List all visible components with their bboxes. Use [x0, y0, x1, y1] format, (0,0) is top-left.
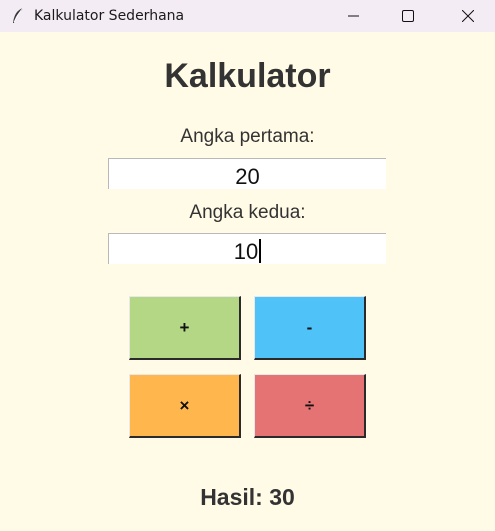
add-button[interactable]: + — [129, 296, 241, 360]
page-title: Kalkulator — [164, 57, 331, 95]
second-number-value: 10 — [233, 239, 259, 264]
subtract-button[interactable]: - — [254, 296, 366, 360]
maximize-button[interactable] — [385, 0, 431, 32]
feather-icon — [11, 7, 25, 25]
text-caret — [259, 239, 262, 263]
minimize-icon — [348, 15, 359, 17]
result-text: Hasil: 30 — [200, 484, 295, 510]
close-icon — [462, 10, 474, 22]
first-number-input[interactable]: 20 — [108, 158, 386, 189]
close-button[interactable] — [445, 0, 491, 32]
second-number-input[interactable]: 10 — [108, 233, 386, 264]
second-number-value-wrap: 10 — [109, 239, 386, 265]
window-title: Kalkulator Sederhana — [34, 8, 185, 24]
title-bar: Kalkulator Sederhana — [0, 0, 495, 32]
second-number-label: Angka kedua: — [189, 202, 306, 223]
multiply-button[interactable]: × — [129, 374, 241, 438]
minimize-button[interactable] — [331, 0, 377, 32]
divide-button[interactable]: ÷ — [254, 374, 366, 438]
maximize-icon — [402, 10, 414, 22]
first-number-label: Angka pertama: — [180, 126, 315, 147]
first-number-value: 20 — [235, 164, 260, 189]
